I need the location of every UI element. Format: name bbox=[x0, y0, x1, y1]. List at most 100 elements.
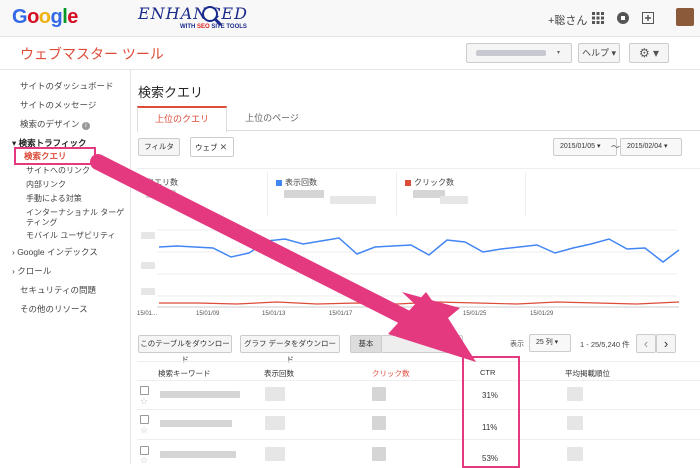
filter-button[interactable]: フィルタ bbox=[138, 138, 180, 156]
filter-chip[interactable]: ウェブ ✕ bbox=[190, 137, 234, 157]
logo-letter: e bbox=[67, 6, 78, 28]
page-title: 検索クエリ bbox=[138, 85, 204, 100]
gear-button[interactable]: ⚙ ▾ bbox=[629, 43, 669, 63]
query-detail-icon[interactable] bbox=[140, 386, 149, 395]
next-page-button[interactable]: › bbox=[656, 334, 676, 353]
google-logo[interactable]: Google bbox=[12, 6, 78, 29]
x-axis-tick-label: 15/01/25 bbox=[463, 311, 487, 317]
impressions-series bbox=[158, 237, 680, 263]
avatar[interactable] bbox=[676, 8, 694, 26]
stat-clicks-sub bbox=[440, 196, 468, 204]
row-border bbox=[137, 409, 700, 410]
download-table-button[interactable]: このテーブルをダウンロード bbox=[138, 335, 232, 364]
column-header-impressions[interactable]: 表示回数 bbox=[264, 368, 294, 379]
stats-divider bbox=[137, 168, 700, 169]
extension-logo-title: ENHANCED bbox=[138, 4, 248, 23]
prev-page-button[interactable]: ‹ bbox=[636, 334, 656, 353]
query-detail-icon[interactable] bbox=[140, 415, 149, 424]
sidebar-item-mobile[interactable]: モバイル ユーザビリティ bbox=[26, 230, 116, 241]
sidebar-item-search-queries[interactable]: 検索クエリ bbox=[24, 150, 67, 162]
chevron-down-icon: ▾ bbox=[557, 50, 561, 56]
notifications-icon[interactable] bbox=[617, 12, 629, 24]
sidebar-item-internal-links[interactable]: 内部リンク bbox=[26, 179, 66, 190]
sidebar-item-google-index[interactable]: › Google インデックス bbox=[12, 246, 98, 258]
stat-sep2 bbox=[396, 172, 397, 216]
magnifier-icon bbox=[202, 6, 222, 26]
keyword-cell bbox=[160, 420, 232, 427]
stat-impressions-label: 表示回数 bbox=[276, 177, 317, 188]
site-selector-value bbox=[476, 50, 546, 56]
keyword-cell bbox=[160, 391, 240, 398]
toggle-button[interactable] bbox=[381, 335, 463, 353]
rows-per-page-select[interactable]: 25 列 ▾ bbox=[529, 334, 571, 352]
apps-icon[interactable] bbox=[592, 12, 604, 24]
impressions-swatch bbox=[276, 179, 282, 186]
share-icon[interactable] bbox=[642, 12, 654, 24]
logo-letter: o bbox=[38, 6, 51, 28]
stat-clicks-label: クリック数 bbox=[405, 177, 454, 188]
logo-letter: o bbox=[27, 6, 39, 28]
avg-position-cell bbox=[567, 387, 583, 401]
sidebar-item-manual-actions[interactable]: 手動による対策 bbox=[26, 193, 82, 204]
x-axis-tick-label: 15/01/13 bbox=[262, 311, 286, 317]
clicks-cell bbox=[372, 447, 386, 461]
info-icon: i bbox=[81, 122, 90, 130]
close-icon[interactable]: ✕ bbox=[220, 142, 228, 152]
stat-queries-label: クエリ数 bbox=[146, 178, 178, 187]
tab-divider bbox=[226, 130, 700, 131]
logo-letter: G bbox=[12, 6, 28, 28]
download-chart-button[interactable]: グラフ データをダウンロード bbox=[240, 335, 340, 364]
sidebar-item-search-appearance[interactable]: 検索のデザイン i bbox=[20, 118, 90, 130]
impressions-cell bbox=[265, 447, 285, 461]
tab-top-queries[interactable]: 上位のクエリ bbox=[137, 106, 227, 133]
stat-sep bbox=[267, 172, 268, 216]
stat-impressions-sub bbox=[330, 196, 376, 204]
sidebar-item-security[interactable]: セキュリティの問題 bbox=[20, 284, 96, 296]
clicks-cell bbox=[372, 416, 386, 430]
x-axis-tick-label: 15/01... bbox=[137, 311, 158, 317]
sidebar-item-messages[interactable]: サイトのメッセージ bbox=[20, 99, 96, 111]
app-title[interactable]: ウェブマスター ツール bbox=[20, 44, 164, 64]
clicks-series bbox=[159, 301, 680, 305]
x-axis-tick-label: 15/01/21 bbox=[396, 311, 420, 317]
column-header-avg-position[interactable]: 平均掲載順位 bbox=[565, 368, 610, 379]
date-separator: 〜 bbox=[611, 142, 621, 152]
clicks-cell bbox=[372, 387, 386, 401]
avg-position-cell bbox=[567, 416, 583, 430]
header-border bbox=[137, 380, 700, 381]
query-detail-icon[interactable] bbox=[140, 446, 149, 455]
clicks-swatch bbox=[405, 179, 411, 186]
row-border bbox=[137, 439, 700, 440]
tab-top-pages[interactable]: 上位のページ bbox=[232, 108, 312, 128]
star-icon[interactable]: ☆ bbox=[140, 425, 148, 436]
date-to-select[interactable]: 2015/02/04 ▾ bbox=[620, 138, 682, 156]
keyword-cell bbox=[160, 451, 236, 458]
stat-queries-value bbox=[146, 190, 176, 198]
column-header-keyword[interactable]: 検索キーワード bbox=[158, 368, 211, 379]
help-button[interactable]: ヘルプ ▾ bbox=[578, 43, 620, 63]
sidebar-item-dashboard[interactable]: サイトのダッシュボード bbox=[20, 80, 114, 92]
sidebar-item-crawl[interactable]: › クロール bbox=[12, 265, 51, 277]
x-axis-tick-label: 15/01/17 bbox=[329, 311, 353, 317]
star-icon[interactable]: ☆ bbox=[140, 455, 148, 466]
show-label: 表示 bbox=[510, 341, 524, 348]
stat-sep3 bbox=[525, 172, 526, 216]
date-from-select[interactable]: 2015/01/05 ▾ bbox=[553, 138, 617, 156]
basic-button[interactable]: 基本 bbox=[350, 335, 382, 353]
avg-position-cell bbox=[567, 447, 583, 461]
sidebar-item-links[interactable]: サイトへのリンク bbox=[26, 165, 90, 176]
pagination-range: 1 - 25/5,240 件 bbox=[580, 340, 630, 349]
impressions-cell bbox=[265, 416, 285, 430]
sidebar-item-international-cont[interactable]: ティング bbox=[26, 217, 58, 228]
logo-letter: g bbox=[50, 6, 63, 28]
ctr-highlight-box bbox=[462, 356, 520, 468]
column-header-clicks[interactable]: クリック数 bbox=[372, 368, 410, 379]
x-axis-tick-label: 15/01/09 bbox=[196, 311, 220, 317]
traffic-chart bbox=[141, 229, 680, 308]
user-name[interactable]: +聡さん bbox=[548, 12, 587, 28]
star-icon[interactable]: ☆ bbox=[140, 396, 148, 407]
sidebar-item-other-resources[interactable]: その他のリソース bbox=[20, 303, 88, 315]
stat-impressions-value bbox=[284, 190, 324, 198]
impressions-cell bbox=[265, 387, 285, 401]
gear-icon: ⚙ bbox=[638, 46, 650, 60]
